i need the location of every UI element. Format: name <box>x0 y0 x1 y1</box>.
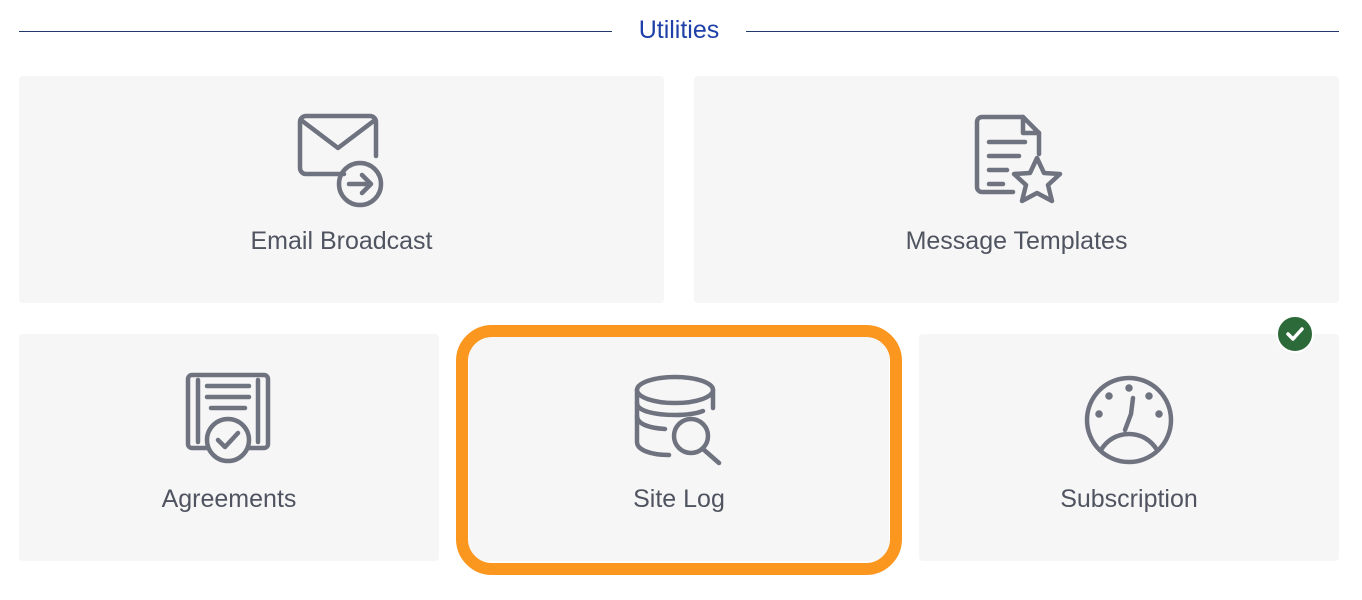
agreements-label: Agreements <box>161 485 297 513</box>
checkmark-icon <box>1276 315 1314 353</box>
header-divider-right <box>746 31 1339 32</box>
subscription-tile[interactable]: Subscription <box>919 334 1339 561</box>
message-templates-tile[interactable]: Message Templates <box>694 76 1339 303</box>
message-templates-label: Message Templates <box>905 227 1128 255</box>
site-log-tile[interactable]: Site Log <box>469 334 889 561</box>
email-broadcast-label: Email Broadcast <box>250 227 433 255</box>
agreements-tile[interactable]: Agreements <box>19 334 439 561</box>
email-broadcast-tile[interactable]: Email Broadcast <box>19 76 664 303</box>
site-log-label: Site Log <box>633 485 725 513</box>
database-search-icon <box>629 370 729 470</box>
section-header: Utilities <box>19 12 1339 52</box>
header-divider-left <box>19 31 612 32</box>
section-title: Utilities <box>638 16 720 44</box>
envelope-arrow-icon <box>292 112 392 212</box>
certificate-check-icon <box>179 370 279 470</box>
document-star-icon <box>967 112 1067 212</box>
utilities-page: Utilities Email Broadcast Message Templa… <box>0 0 1362 600</box>
subscription-label: Subscription <box>1060 485 1198 513</box>
gauge-icon <box>1079 370 1179 470</box>
